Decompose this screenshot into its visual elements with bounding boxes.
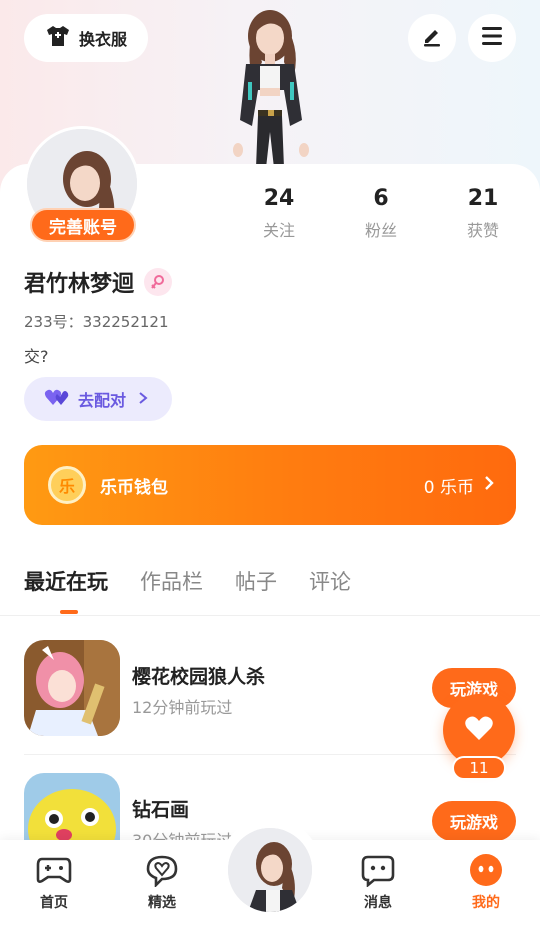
tab-works[interactable]: 作品栏: [140, 566, 203, 596]
nav-messages[interactable]: 消息: [338, 852, 418, 912]
pen-icon: [420, 24, 444, 52]
nav-featured[interactable]: 精选: [122, 852, 202, 912]
content-tabs: 最近在玩 作品栏 帖子 评论: [24, 566, 351, 596]
list-divider: [24, 754, 516, 755]
stat-fans[interactable]: 6 粉丝: [336, 184, 426, 241]
coin-icon: 乐: [48, 466, 86, 504]
game-last-played: 12分钟前玩过: [132, 698, 233, 717]
avatar-character-figure[interactable]: [218, 2, 328, 168]
menu-button[interactable]: [468, 14, 516, 62]
tab-comments[interactable]: 评论: [309, 566, 351, 596]
nav-home-label: 首页: [40, 895, 68, 911]
username: 君竹林梦迴: [24, 272, 135, 297]
tab-posts[interactable]: 帖子: [235, 566, 277, 596]
game-name: 钻石画: [132, 799, 190, 821]
active-tab-indicator: [60, 610, 78, 614]
female-gender-icon: [144, 268, 173, 296]
list-item[interactable]: 樱花校园狼人杀 12分钟前玩过 玩游戏: [24, 640, 516, 736]
stat-likes[interactable]: 21 获赞: [438, 184, 528, 241]
game-name: 樱花校园狼人杀: [132, 666, 266, 688]
stat-following[interactable]: 24 关注: [234, 184, 324, 241]
heart-icon: [464, 714, 494, 746]
center-avatar-button[interactable]: [228, 828, 312, 912]
nav-featured-label: 精选: [148, 895, 176, 911]
tab-divider: [0, 615, 540, 616]
hamburger-icon: [480, 25, 504, 51]
wallet-title: 乐币钱包: [100, 477, 168, 498]
nav-me[interactable]: 我的: [446, 852, 526, 912]
stat-label: 关注: [262, 221, 295, 240]
nav-messages-label: 消息: [364, 895, 392, 911]
tab-recent-played[interactable]: 最近在玩: [24, 566, 108, 596]
profile-face-icon: [468, 852, 504, 888]
game-icon-sakura: [24, 640, 120, 736]
wardrobe-label: 换衣服: [78, 30, 127, 49]
nav-me-label: 我的: [472, 895, 500, 911]
stat-label: 粉丝: [364, 221, 397, 240]
edit-button[interactable]: [408, 14, 456, 62]
chevron-right-icon: [484, 475, 494, 496]
wallet-amount: 0 乐币: [423, 477, 474, 498]
play-game-button[interactable]: 玩游戏: [432, 801, 516, 841]
heart-chat-icon: [144, 852, 180, 888]
username-row: 君竹林梦迴: [24, 266, 173, 298]
stat-value: 6: [373, 186, 389, 211]
wallet-card[interactable]: 乐 乐币钱包 0 乐币: [24, 445, 516, 525]
match-button[interactable]: 去配对: [24, 377, 172, 421]
tshirt-icon: [45, 24, 71, 52]
complete-account-badge[interactable]: 完善账号: [30, 208, 136, 242]
match-label: 去配对: [78, 391, 127, 410]
nav-home[interactable]: 首页: [14, 852, 94, 912]
chevron-right-icon: [138, 390, 148, 409]
message-icon: [360, 852, 396, 888]
like-count-badge: 11: [452, 756, 506, 780]
stat-value: 24: [263, 186, 295, 211]
wardrobe-button[interactable]: 换衣服: [24, 14, 148, 62]
stat-label: 获赞: [466, 221, 499, 240]
user-id: 233号：332252121: [24, 313, 169, 331]
stat-value: 21: [467, 186, 499, 211]
double-heart-icon: [44, 387, 70, 411]
wallet-amount-row: 0 乐币: [424, 473, 494, 498]
user-bio: 交?: [24, 347, 49, 366]
gamepad-icon: [36, 852, 72, 888]
